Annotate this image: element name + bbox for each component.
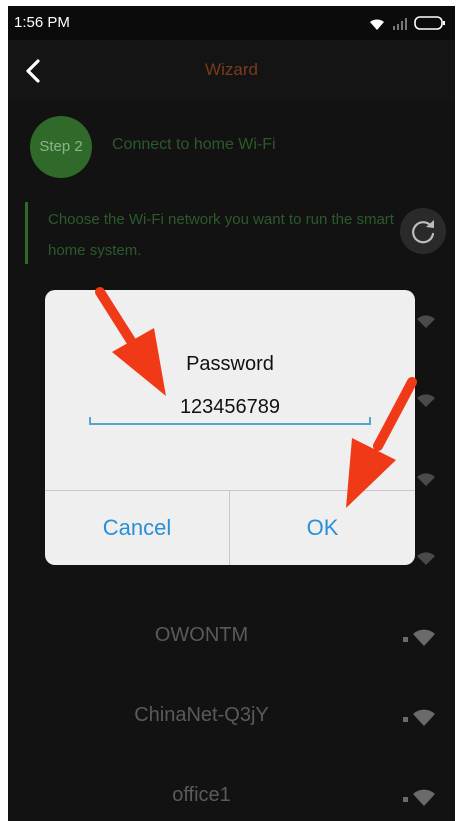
status-icons (370, 16, 445, 30)
step-badge: Step 2 (30, 116, 92, 178)
wifi-signal-icon (403, 709, 435, 726)
battery-icon (414, 16, 445, 30)
wifi-signal-icon (417, 394, 435, 407)
password-input[interactable] (89, 390, 371, 424)
step-title: Connect to home Wi-Fi (112, 136, 276, 153)
input-underline-tick (89, 417, 91, 425)
cellular-icon (393, 18, 407, 30)
app-bar: Wizard (8, 40, 455, 102)
wifi-signal-icon (417, 552, 435, 565)
ok-button[interactable]: OK (230, 491, 415, 565)
dialog-title: Password (186, 353, 274, 375)
wifi-list-item[interactable]: OWONTM (8, 616, 455, 656)
input-underline (89, 423, 371, 425)
wifi-signal-icon (417, 315, 435, 328)
cancel-button[interactable]: Cancel (45, 491, 229, 565)
wifi-signal-icon (417, 473, 435, 486)
password-dialog: Password Cancel OK (45, 290, 415, 565)
wifi-list-item[interactable]: office1 (8, 776, 455, 816)
instruction-accent-bar (25, 202, 28, 264)
wifi-list-item[interactable]: ChinaNet-Q3jY (8, 696, 455, 736)
status-bar: 1:56 PM (8, 6, 455, 40)
instruction-text: Choose the Wi-Fi network you want to run… (48, 211, 394, 259)
wifi-signal-icon (403, 789, 435, 806)
wifi-network-name: OWONTM (154, 624, 249, 646)
wifi-network-name: office1 (172, 784, 231, 806)
wifi-network-name: ChinaNet-Q3jY (134, 704, 269, 726)
wifi-icon (370, 19, 384, 30)
input-underline-tick (369, 417, 371, 425)
status-time: 1:56 PM (14, 14, 70, 31)
wifi-signal-icon (403, 629, 435, 646)
page-title: Wizard (205, 60, 258, 79)
refresh-icon[interactable] (400, 208, 446, 254)
